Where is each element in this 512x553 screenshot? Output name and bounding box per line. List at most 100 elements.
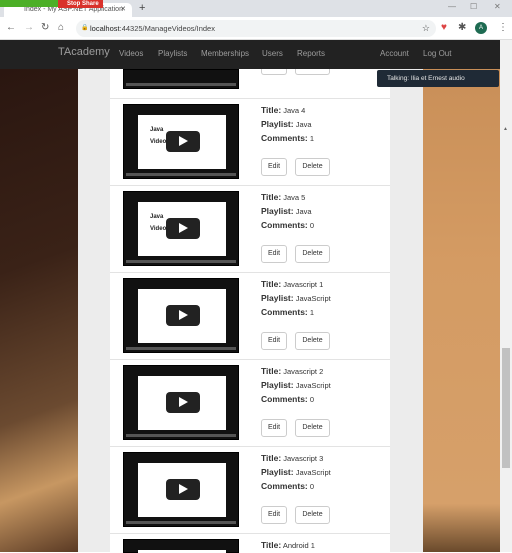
extensions-icon[interactable]: ✱ xyxy=(458,22,466,33)
playlist-label: Playlist: xyxy=(261,467,294,477)
close-tab-icon[interactable]: ✕ xyxy=(120,3,126,17)
thumbnail-text: Java xyxy=(150,127,164,133)
comments-label: Comments: xyxy=(261,220,308,230)
video-playlist: Java xyxy=(295,207,312,216)
video-row: Title: Javascript 3 Playlist: JavaScript… xyxy=(110,446,390,533)
title-label: Title: xyxy=(261,540,282,550)
reload-icon[interactable]: ↻ xyxy=(41,22,49,33)
video-title: Java 5 xyxy=(283,193,306,202)
title-label: Title: xyxy=(261,192,282,202)
nav-reports[interactable]: Reports xyxy=(297,49,325,58)
comments-label: Comments: xyxy=(261,307,308,317)
url-input[interactable]: 🔒 localhost:44325/ManageVideos/Index ☆ xyxy=(76,20,436,37)
video-thumbnail[interactable] xyxy=(123,69,239,89)
edit-button[interactable]: Edit xyxy=(261,158,287,176)
video-thumbnail[interactable] xyxy=(123,452,239,527)
play-icon[interactable] xyxy=(166,218,200,239)
video-title: Android 1 xyxy=(282,541,315,550)
background-image xyxy=(0,69,78,552)
video-row: Title: Javascript 2 Playlist: JavaScript… xyxy=(110,359,390,446)
talking-indicator: Talking: Ilia et Ernest audio xyxy=(377,70,499,87)
play-icon[interactable] xyxy=(166,479,200,500)
video-thumbnail[interactable]: Java Video 5 xyxy=(123,191,239,266)
video-row: Java Video 5 Title: Java 5 Playlist: Java… xyxy=(110,185,390,272)
nav-users[interactable]: Users xyxy=(262,49,283,58)
edit-button[interactable]: Edit xyxy=(261,332,287,350)
delete-button[interactable]: Delete xyxy=(295,332,330,350)
title-label: Title: xyxy=(261,279,282,289)
video-info: Title: Javascript 2 Playlist: JavaScript… xyxy=(261,364,331,406)
title-label: Title: xyxy=(261,105,282,115)
video-playlist: JavaScript xyxy=(295,294,331,303)
zoom-meeting-bar xyxy=(0,0,60,7)
comments-label: Comments: xyxy=(261,133,308,143)
edit-button[interactable]: Edit xyxy=(261,419,287,437)
comments-label: Comments: xyxy=(261,481,308,491)
site-navbar: TAcademy Videos Playlists Memberships Us… xyxy=(0,40,506,69)
minimize-icon[interactable]: — xyxy=(448,2,456,11)
nav-memberships[interactable]: Memberships xyxy=(201,49,249,58)
play-icon[interactable] xyxy=(166,392,200,413)
video-comments: 0 xyxy=(309,395,315,404)
title-label: Title: xyxy=(261,366,282,376)
playlist-label: Playlist: xyxy=(261,119,294,129)
nav-videos[interactable]: Videos xyxy=(119,49,143,58)
play-icon[interactable] xyxy=(166,305,200,326)
video-thumbnail[interactable] xyxy=(123,539,239,553)
browser-tab-bar: Index - My ASP.NET Application ✕ Stop Sha… xyxy=(0,0,512,17)
address-bar-row: ← → ↻ ⌂ 🔒 localhost:44325/ManageVideos/In… xyxy=(0,17,512,40)
lock-icon: 🔒 xyxy=(81,25,89,31)
video-row: Java Video 4 Title: Java 4 Playlist: Java… xyxy=(110,98,390,185)
delete-button[interactable]: Delete xyxy=(295,245,330,263)
play-icon[interactable] xyxy=(166,131,200,152)
edit-button[interactable] xyxy=(261,69,287,75)
video-thumbnail[interactable] xyxy=(123,365,239,440)
nav-playlists[interactable]: Playlists xyxy=(158,49,187,58)
video-playlist: JavaScript xyxy=(295,468,331,477)
delete-button[interactable] xyxy=(295,69,330,75)
edit-button[interactable]: Edit xyxy=(261,245,287,263)
comments-label: Comments: xyxy=(261,394,308,404)
video-row: Title: Android 1 xyxy=(110,533,390,553)
brand-link[interactable]: TAcademy xyxy=(58,46,110,58)
video-info: Title: Android 1 xyxy=(261,538,315,552)
close-window-icon[interactable]: ✕ xyxy=(494,2,501,11)
video-row: Title: Javascript 1 Playlist: JavaScript… xyxy=(110,272,390,359)
avatar[interactable]: A xyxy=(475,22,487,34)
video-title: Javascript 1 xyxy=(283,280,324,289)
nav-account[interactable]: Account xyxy=(380,49,409,58)
playlist-label: Playlist: xyxy=(261,380,294,390)
edit-button[interactable]: Edit xyxy=(261,506,287,524)
playlist-label: Playlist: xyxy=(261,293,294,303)
nav-logout[interactable]: Log Out xyxy=(423,49,451,58)
video-thumbnail[interactable] xyxy=(123,278,239,353)
delete-button[interactable]: Delete xyxy=(295,419,330,437)
shield-extension-icon[interactable]: ♥ xyxy=(441,22,447,33)
video-info: Title: Javascript 1 Playlist: JavaScript… xyxy=(261,277,331,319)
video-info: Title: Java 4 Playlist: Java Comments: 1 xyxy=(261,103,314,145)
star-icon[interactable]: ☆ xyxy=(422,20,430,37)
video-title: Javascript 2 xyxy=(283,367,324,376)
delete-button[interactable]: Delete xyxy=(295,158,330,176)
video-thumbnail[interactable]: Java Video 4 xyxy=(123,104,239,179)
forward-icon[interactable]: → xyxy=(24,22,34,33)
new-tab-icon[interactable]: + xyxy=(139,2,145,14)
title-label: Title: xyxy=(261,453,282,463)
delete-button[interactable]: Delete xyxy=(295,506,330,524)
video-comments: 0 xyxy=(309,482,315,491)
background-image xyxy=(423,69,500,552)
scroll-up-icon[interactable]: ▲ xyxy=(503,126,508,132)
video-comments: 0 xyxy=(309,221,315,230)
scrollbar[interactable]: ▲ xyxy=(500,40,512,552)
scrollbar-thumb[interactable] xyxy=(502,348,510,468)
menu-icon[interactable]: ⋮ xyxy=(498,22,508,33)
video-playlist: JavaScript xyxy=(295,381,331,390)
video-playlist: Java xyxy=(295,120,312,129)
video-info: Title: Java 5 Playlist: Java Comments: 0 xyxy=(261,190,314,232)
stop-share-button[interactable]: Stop Share xyxy=(58,0,103,8)
video-comments: 1 xyxy=(309,308,315,317)
back-icon[interactable]: ← xyxy=(6,22,16,33)
home-icon[interactable]: ⌂ xyxy=(58,22,64,33)
video-info: Title: Javascript 3 Playlist: JavaScript… xyxy=(261,451,331,493)
maximize-icon[interactable]: ☐ xyxy=(470,2,477,11)
